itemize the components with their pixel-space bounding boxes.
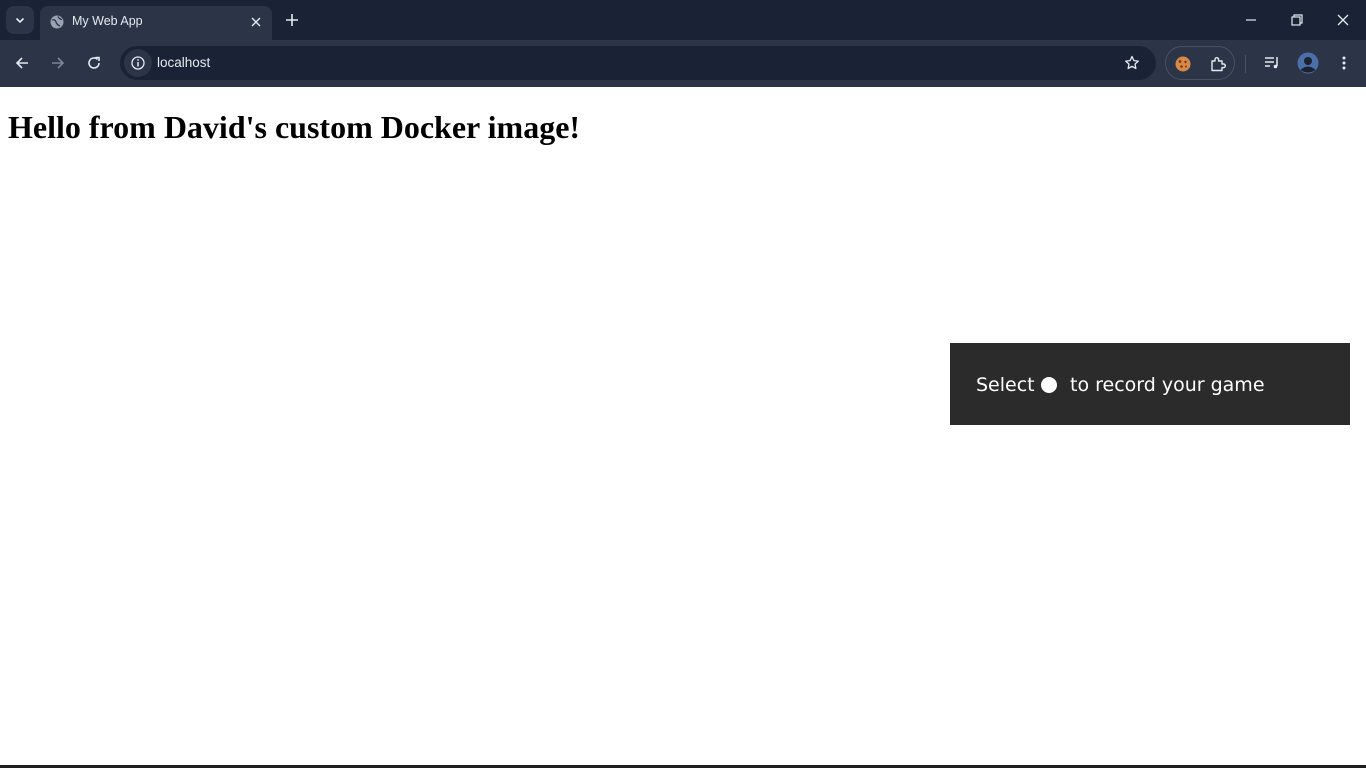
- toast-text-select: Select: [976, 374, 1035, 396]
- puzzle-piece-icon: [1211, 57, 1226, 72]
- new-tab-button[interactable]: [280, 8, 304, 32]
- close-icon: [1337, 14, 1349, 26]
- url-text[interactable]: localhost: [157, 55, 210, 70]
- record-dot-icon: [1041, 377, 1057, 393]
- game-record-toast: Select to record your game: [950, 343, 1350, 425]
- arrow-right-icon: [52, 57, 65, 69]
- bookmark-button[interactable]: [1118, 49, 1146, 77]
- back-button[interactable]: [8, 49, 36, 77]
- chevron-down-icon: [15, 17, 25, 24]
- address-bar[interactable]: localhost: [120, 46, 1156, 80]
- browser-menu-button[interactable]: [1330, 49, 1358, 77]
- tab-title: My Web App: [72, 14, 143, 28]
- restore-icon: [1291, 14, 1303, 26]
- minimize-icon: [1246, 19, 1256, 21]
- close-window-button[interactable]: [1320, 0, 1366, 40]
- extensions-button[interactable]: [1204, 50, 1232, 78]
- cookie-extension-button[interactable]: [1169, 50, 1197, 78]
- reload-icon: [88, 56, 100, 69]
- forward-button[interactable]: [44, 49, 72, 77]
- close-icon: [251, 17, 261, 27]
- tab-close-button[interactable]: [246, 12, 266, 32]
- toolbar-divider: [1245, 55, 1246, 73]
- info-icon: [131, 56, 145, 70]
- music-queue-icon: [1265, 57, 1278, 69]
- avatar: [1297, 52, 1319, 74]
- page-content: Hello from David's custom Docker image!: [0, 87, 1366, 765]
- page-heading: Hello from David's custom Docker image!: [8, 109, 581, 145]
- arrow-left-icon: [15, 57, 28, 69]
- extensions-group: [1165, 46, 1235, 80]
- globe-icon: [49, 14, 65, 30]
- reload-button[interactable]: [80, 49, 108, 77]
- site-info-button[interactable]: [124, 49, 152, 77]
- media-controls-button[interactable]: [1258, 49, 1286, 77]
- minimize-button[interactable]: [1228, 0, 1274, 40]
- tab-my-web-app[interactable]: My Web App: [40, 6, 272, 40]
- cookie-icon: [1175, 56, 1191, 72]
- more-vertical-icon: [1342, 56, 1346, 70]
- tab-search-button[interactable]: [6, 6, 34, 34]
- toast-text-record: to record your game: [1070, 374, 1265, 396]
- title-bar: My Web App: [0, 0, 1366, 40]
- plus-icon: [286, 14, 298, 26]
- browser-toolbar: localhost: [0, 40, 1366, 87]
- star-icon: [1125, 55, 1139, 70]
- profile-button[interactable]: [1294, 49, 1322, 77]
- restore-button[interactable]: [1274, 0, 1320, 40]
